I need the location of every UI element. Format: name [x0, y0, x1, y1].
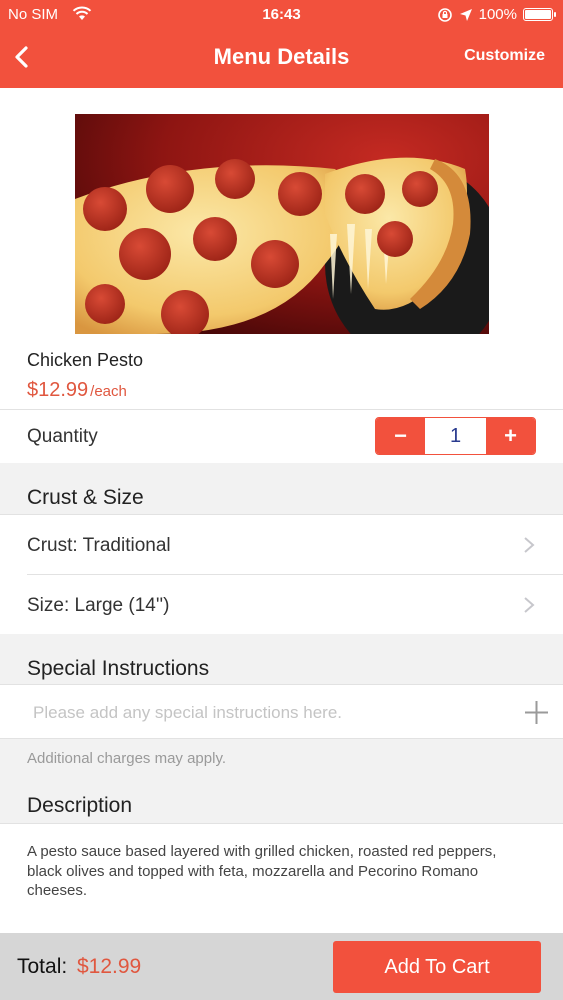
location-arrow-icon	[459, 8, 472, 21]
plus-icon[interactable]	[524, 700, 549, 725]
battery-percent: 100%	[478, 6, 517, 23]
rotation-lock-icon	[437, 7, 452, 22]
item-price: $12.99/each	[27, 379, 127, 402]
battery-icon	[523, 8, 556, 21]
battery-fill	[525, 10, 551, 19]
chevron-right-icon	[524, 597, 535, 613]
section-title: Description	[27, 794, 133, 817]
pizza-image	[75, 114, 489, 334]
section-header-crust-size: Crust & Size	[0, 463, 563, 515]
size-label: Size: Large (14'')	[27, 595, 170, 616]
top-bar: No SIM 16:43 100% Menu Details Customize	[0, 0, 563, 88]
item-name: Chicken Pesto	[27, 350, 144, 370]
total-label: Total:	[17, 955, 68, 978]
quantity-stepper: − 1 +	[375, 417, 536, 455]
status-right: 100%	[437, 6, 556, 23]
crust-label: Crust: Traditional	[27, 535, 171, 556]
quantity-value: 1	[425, 418, 486, 454]
add-to-cart-button[interactable]: Add To Cart	[333, 941, 541, 993]
chevron-right-icon	[524, 537, 535, 553]
crust-row[interactable]: Crust: Traditional	[0, 515, 563, 574]
quantity-label: Quantity	[27, 426, 98, 447]
section-header-special-instructions: Special Instructions	[0, 634, 563, 685]
additional-charges-note: Additional charges may apply.	[27, 750, 226, 767]
decrement-button[interactable]: −	[376, 418, 425, 454]
total-value: $12.99	[77, 955, 142, 978]
bottom-bar: Total: $12.99 Add To Cart	[0, 933, 563, 1000]
customize-button[interactable]: Customize	[464, 47, 545, 65]
divider	[0, 823, 563, 824]
section-title: Crust & Size	[27, 486, 144, 509]
status-bar: No SIM 16:43 100%	[0, 0, 563, 30]
description-text: A pesto sauce based layered with grilled…	[27, 843, 497, 899]
navigation-bar: Menu Details Customize	[0, 30, 563, 88]
price-amount: $12.99	[27, 379, 89, 401]
special-instructions-input[interactable]	[33, 701, 503, 725]
section-title: Special Instructions	[27, 657, 210, 680]
increment-button[interactable]: +	[486, 418, 535, 454]
price-unit: /each	[90, 383, 127, 400]
size-row[interactable]: Size: Large (14'')	[0, 575, 563, 633]
